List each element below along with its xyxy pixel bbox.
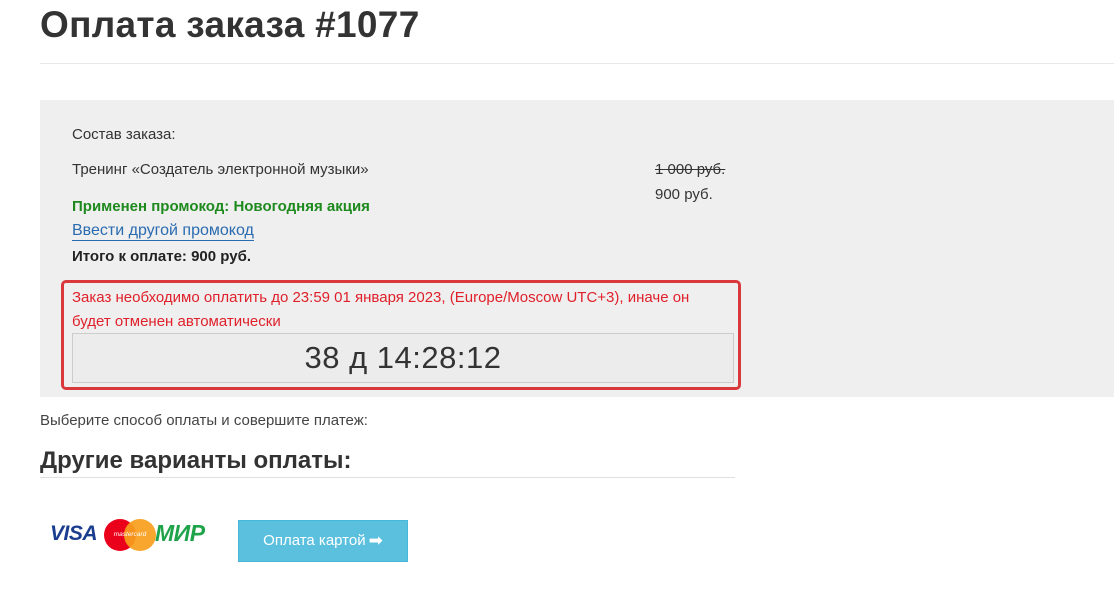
payment-instructions: Выберите способ оплаты и совершите плате… — [40, 412, 368, 429]
order-heading: Состав заказа: — [72, 126, 176, 143]
countdown-timer: 38 д 14:28:12 — [72, 333, 734, 383]
deadline-message: Заказ необходимо оплатить до 23:59 01 ян… — [72, 289, 690, 330]
pay-by-card-button[interactable]: Оплата картой ➡ — [238, 520, 408, 562]
order-old-price: 1 000 руб. — [655, 161, 726, 178]
mastercard-wordmark: mastercard — [113, 531, 147, 538]
mastercard-logo: mastercard — [104, 519, 156, 551]
order-total: Итого к оплате: 900 руб. — [72, 248, 252, 265]
enter-another-promo-link[interactable]: Ввести другой промокод — [72, 222, 254, 241]
arrow-right-icon: ➡ — [368, 531, 383, 550]
other-payment-methods-heading: Другие варианты оплаты: — [40, 447, 352, 474]
pay-by-card-label: Оплата картой — [263, 532, 366, 549]
payment-deadline-box: Заказ необходимо оплатить до 23:59 01 ян… — [61, 280, 741, 390]
card-brand-logos: VISA mastercard МИР — [50, 517, 220, 553]
page-title: Оплата заказа #1077 — [40, 4, 420, 45]
mir-logo: МИР — [155, 520, 205, 546]
title-divider — [40, 63, 1114, 64]
promo-applied-message: Применен промокод: Новогодняя акция — [72, 198, 370, 215]
payment-page: Оплата заказа #1077 Состав заказа: Трени… — [0, 0, 1114, 604]
order-item-name: Тренинг «Создатель электронной музыки» — [72, 161, 369, 178]
visa-logo: VISA — [50, 522, 98, 545]
methods-divider — [40, 477, 735, 478]
order-new-price: 900 руб. — [655, 186, 713, 203]
order-summary-panel: Состав заказа: Тренинг «Создатель электр… — [40, 100, 1114, 397]
